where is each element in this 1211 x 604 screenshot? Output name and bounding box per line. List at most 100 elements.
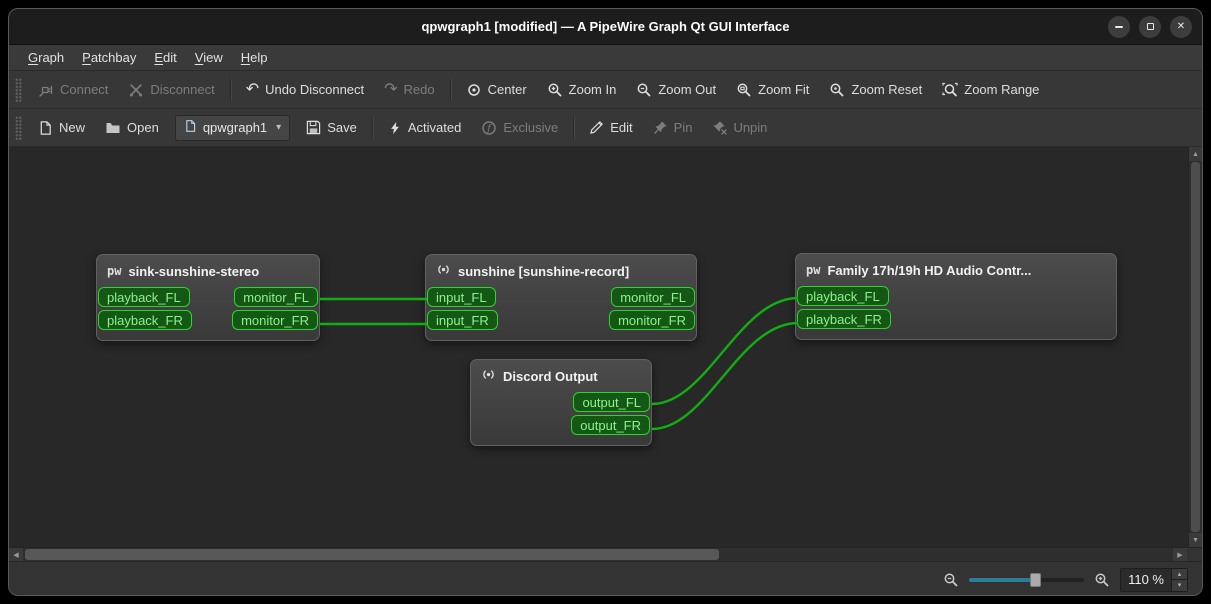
node-sunshine-record[interactable]: sunshine [sunshine-record] input_FL moni… xyxy=(425,254,697,341)
port-monitor-fl[interactable]: monitor_FL xyxy=(234,287,318,307)
zoom-in-button[interactable]: Zoom In xyxy=(538,76,626,104)
port-playback-fl[interactable]: playback_FL xyxy=(98,287,190,307)
save-label: Save xyxy=(327,120,357,135)
pipewire-icon: pw xyxy=(107,264,122,278)
port-input-fl[interactable]: input_FL xyxy=(427,287,496,307)
new-label: New xyxy=(59,120,86,135)
port-monitor-fr[interactable]: monitor_FR xyxy=(609,310,695,330)
port-output-fr[interactable]: output_FR xyxy=(571,415,650,435)
disconnect-icon xyxy=(128,82,144,98)
scrollbar-corner xyxy=(1187,548,1202,561)
maximize-button[interactable] xyxy=(1139,15,1161,38)
undo-disconnect-button[interactable]: ↶ Undo Disconnect xyxy=(237,76,373,104)
node-discord-output[interactable]: Discord Output output_FL output_FR xyxy=(470,359,652,446)
disconnect-button[interactable]: Disconnect xyxy=(119,76,223,104)
scroll-down-button[interactable]: ▼ xyxy=(1189,533,1202,547)
port-monitor-fl[interactable]: monitor_FL xyxy=(611,287,695,307)
titlebar[interactable]: qpwgraph1 [modified] — A PipeWire Graph … xyxy=(9,9,1202,45)
pin-label: Pin xyxy=(673,120,693,135)
zoom-in-label: Zoom In xyxy=(568,82,617,97)
chevron-down-icon: ▾ xyxy=(276,122,282,133)
exclusive-label: Exclusive xyxy=(503,120,559,135)
menubar: Graph Patchbay Edit View Help xyxy=(9,45,1202,71)
pin-button[interactable]: Pin xyxy=(644,114,702,142)
zoom-spinbox[interactable]: 110 % ▴ ▾ xyxy=(1120,567,1188,592)
port-output-fl[interactable]: output_FL xyxy=(573,392,650,412)
open-label: Open xyxy=(127,120,159,135)
zoom-fit-label: Zoom Fit xyxy=(758,82,810,97)
scroll-up-button[interactable]: ▲ xyxy=(1189,147,1202,161)
close-button[interactable]: ✕ xyxy=(1170,15,1192,38)
connect-button[interactable]: Connect xyxy=(29,76,117,104)
save-button[interactable]: Save xyxy=(297,114,366,142)
node-sink-sunshine-stereo[interactable]: pw sink-sunshine-stereo playback_FL moni… xyxy=(96,254,320,341)
horizontal-scrollbar[interactable]: ◀ ▶ xyxy=(9,547,1202,561)
window-controls: ✕ xyxy=(1108,9,1192,44)
record-icon xyxy=(436,262,451,280)
edit-button[interactable]: Edit xyxy=(580,114,641,142)
toolbar-separator xyxy=(449,78,451,101)
zoom-slider[interactable] xyxy=(969,572,1085,588)
patchbay-file-icon xyxy=(184,119,197,136)
zoom-range-button[interactable]: Zoom Range xyxy=(933,76,1048,104)
toolbar-separator xyxy=(229,78,231,101)
port-playback-fr[interactable]: playback_FR xyxy=(797,309,891,329)
port-monitor-fr[interactable]: monitor_FR xyxy=(232,310,318,330)
connection-cables xyxy=(319,296,799,431)
patchbay-profile-value: qpwgraph1 xyxy=(202,120,268,135)
redo-button[interactable]: ↷ Redo xyxy=(375,76,443,104)
exclusive-icon: f xyxy=(481,120,497,136)
toolbar-handle[interactable] xyxy=(15,115,22,140)
minimize-button[interactable] xyxy=(1108,15,1130,38)
toolbar-handle[interactable] xyxy=(15,77,22,102)
zoom-out-button[interactable]: Zoom Out xyxy=(627,76,725,104)
zoom-slider-handle[interactable] xyxy=(1030,572,1042,587)
toolbar-separator xyxy=(573,116,575,139)
zoom-fit-icon xyxy=(736,82,752,98)
close-icon: ✕ xyxy=(1176,20,1186,32)
vertical-scrollbar-handle[interactable] xyxy=(1191,162,1200,532)
menu-edit[interactable]: Edit xyxy=(145,45,185,70)
port-playback-fr[interactable]: playback_FR xyxy=(98,310,192,330)
new-button[interactable]: New xyxy=(29,114,94,142)
menu-graph[interactable]: Graph xyxy=(19,45,73,70)
activated-button[interactable]: Activated xyxy=(379,114,470,142)
open-button[interactable]: Open xyxy=(96,114,168,142)
scroll-right-button[interactable]: ▶ xyxy=(1173,548,1187,561)
center-icon xyxy=(466,82,482,98)
minimize-icon xyxy=(1115,25,1123,28)
zoom-fit-button[interactable]: Zoom Fit xyxy=(727,76,818,104)
port-input-fr[interactable]: input_FR xyxy=(427,310,498,330)
zoom-in-status-icon xyxy=(1094,572,1110,588)
vertical-scrollbar[interactable]: ▲ ▼ xyxy=(1188,147,1202,547)
zoom-range-icon xyxy=(942,82,958,98)
open-folder-icon xyxy=(105,120,121,136)
undo-disconnect-label: Undo Disconnect xyxy=(265,82,365,97)
spin-down-button[interactable]: ▾ xyxy=(1172,580,1187,591)
menu-help[interactable]: Help xyxy=(232,45,277,70)
menu-patchbay[interactable]: Patchbay xyxy=(73,45,145,70)
unpin-button[interactable]: Unpin xyxy=(703,114,776,142)
node-title: Discord Output xyxy=(503,368,598,384)
zoom-reset-button[interactable]: Zoom Reset xyxy=(820,76,931,104)
app-window: qpwgraph1 [modified] — A PipeWire Graph … xyxy=(8,8,1203,596)
center-button[interactable]: Center xyxy=(457,76,536,104)
node-title: sunshine [sunshine-record] xyxy=(458,263,630,279)
patchbay-profile-combobox[interactable]: qpwgraph1 ▾ xyxy=(174,114,291,141)
scroll-left-button[interactable]: ◀ xyxy=(9,548,23,561)
save-icon xyxy=(306,120,321,135)
graph-canvas[interactable]: pw sink-sunshine-stereo playback_FL moni… xyxy=(9,147,1202,547)
spin-up-button[interactable]: ▴ xyxy=(1172,568,1187,580)
horizontal-scrollbar-handle[interactable] xyxy=(25,549,719,560)
exclusive-button[interactable]: f Exclusive xyxy=(472,114,567,142)
port-playback-fl[interactable]: playback_FL xyxy=(797,286,889,306)
undo-icon: ↶ xyxy=(245,80,260,98)
node-family-audio-controller[interactable]: pw Family 17h/19h HD Audio Contr... play… xyxy=(795,253,1117,340)
window-title: qpwgraph1 [modified] — A PipeWire Graph … xyxy=(421,19,790,34)
menu-view[interactable]: View xyxy=(186,45,232,70)
zoom-reset-icon xyxy=(829,82,845,98)
record-icon xyxy=(481,367,496,385)
node-title: sink-sunshine-stereo xyxy=(128,263,260,279)
toolbar-separator xyxy=(371,116,373,139)
zoom-value: 110 % xyxy=(1128,572,1164,587)
